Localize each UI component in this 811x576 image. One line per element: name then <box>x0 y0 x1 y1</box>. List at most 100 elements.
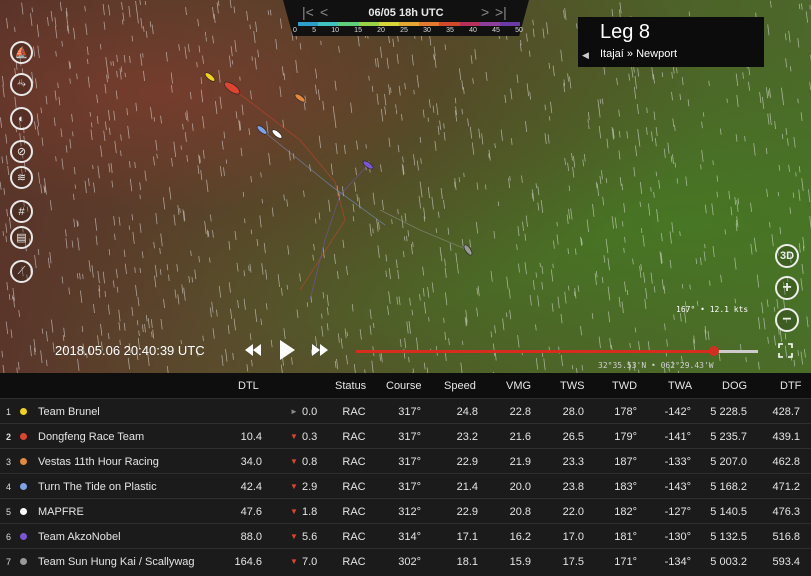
cell-status: RAC <box>342 406 366 418</box>
column-header[interactable]: DOG <box>722 380 747 392</box>
team-color-dot <box>20 483 27 490</box>
cell-dtf: 476.3 <box>772 506 800 518</box>
rank: 6 <box>6 532 12 542</box>
cell-status: RAC <box>342 481 366 493</box>
link-icon[interactable]: ⤳ <box>10 73 33 96</box>
cell-tws: 17.0 <box>562 531 584 543</box>
cell-vmg: 21.6 <box>509 431 531 443</box>
timeline-handle[interactable] <box>708 346 719 356</box>
cell-dtf: 439.1 <box>772 431 800 443</box>
ruler-icon[interactable]: ▤ <box>10 226 33 249</box>
cell-status: RAC <box>342 556 366 568</box>
table-row[interactable]: 1 Team Brunel RAC 317° 24.8 22.8 28.0 178° -142°… <box>0 398 811 423</box>
table-header: DTL Status Course Speed VMG TWS TWD TWA DOG DTF <box>0 373 811 398</box>
grid-icon[interactable]: # <box>10 200 33 223</box>
down-arrow-icon: ▼ <box>290 482 298 491</box>
leg-panel[interactable]: Leg 8 ◀ Itajaí » Newport <box>578 17 764 67</box>
leg-route: Itajaí » Newport <box>600 48 678 60</box>
cell-speed: 23.2 <box>456 431 478 443</box>
cell-delta: 5.6 <box>302 531 318 543</box>
wind-readout: 167° • 12.1 kts <box>676 305 749 314</box>
down-arrow-icon: ▼ <box>290 557 298 566</box>
cell-twa: -127° <box>664 506 691 518</box>
route-icon[interactable]: ◐ <box>10 107 33 130</box>
cell-vmg: 16.2 <box>509 531 531 543</box>
chart-icon[interactable]: ⟋ <box>10 260 33 283</box>
cell-twa: -142° <box>664 406 691 418</box>
boat-marker[interactable] <box>204 71 216 83</box>
scale-label: 10 <box>331 27 339 34</box>
table-row[interactable]: 4 Turn The Tide on Plastic 42.4 RAC 317° 21.4… <box>0 473 811 498</box>
3d-toggle-button[interactable]: 3D <box>775 244 799 268</box>
scale-label: 30 <box>423 27 431 34</box>
boat-marker[interactable] <box>463 244 474 257</box>
column-header[interactable]: TWD <box>612 380 637 392</box>
cell-course: 317° <box>398 481 421 493</box>
book-icon[interactable]: ⛵ <box>10 41 33 64</box>
boat-marker[interactable] <box>362 160 375 171</box>
zoom-in-button[interactable]: + <box>775 276 799 300</box>
down-arrow-icon: ▼ <box>290 432 298 441</box>
rewind-icon <box>245 344 261 356</box>
cell-speed: 17.1 <box>456 531 478 543</box>
cell-course: 314° <box>398 531 421 543</box>
scale-label: 50 <box>515 27 523 34</box>
cell-dog: 5 003.2 <box>710 556 747 568</box>
table-row[interactable]: 2 Dongfeng Race Team 10.4 RAC 317° 23.2 21.6 26… <box>0 423 811 448</box>
scale-label: 5 <box>312 27 316 34</box>
scale-label: 45 <box>492 27 500 34</box>
play-button[interactable] <box>276 339 298 361</box>
leg-title: Leg 8 <box>600 21 651 43</box>
team-name: Dongfeng Race Team <box>38 431 145 443</box>
table-row[interactable]: 6 Team AkzoNobel 88.0 RAC 314° 17.1 16.2 17.0 18… <box>0 523 811 548</box>
cell-tws: 23.8 <box>562 481 584 493</box>
cell-dtf: 593.4 <box>772 556 800 568</box>
rank: 5 <box>6 507 12 517</box>
wind-icon[interactable]: ≋ <box>10 166 33 189</box>
down-arrow-icon: ▼ <box>290 532 298 541</box>
column-header[interactable]: Course <box>386 380 421 392</box>
cell-course: 312° <box>398 506 421 518</box>
play-icon <box>280 340 295 360</box>
cell-tws: 23.3 <box>562 456 584 468</box>
cell-twd: 187° <box>614 456 637 468</box>
table-row[interactable]: 3 Vestas 11th Hour Racing 34.0 RAC 317° 22.9 2… <box>0 448 811 473</box>
cell-dtf: 516.8 <box>772 531 800 543</box>
boat-marker[interactable] <box>256 124 268 136</box>
caret-left-icon[interactable]: ◀ <box>582 50 589 61</box>
last-step-icon[interactable]: >| <box>495 4 507 20</box>
boat-marker[interactable] <box>294 93 307 104</box>
cell-course: 317° <box>398 431 421 443</box>
cell-twa: -133° <box>664 456 691 468</box>
cell-twa: -134° <box>664 556 691 568</box>
cell-speed: 24.8 <box>456 406 478 418</box>
cell-vmg: 21.9 <box>509 456 531 468</box>
cell-dog: 5 235.7 <box>710 431 747 443</box>
cell-delta: 0.0 <box>302 406 318 418</box>
table-row[interactable]: 5 MAPFRE 47.6 RAC 312° 22.9 20.8 22.0 182° -127° 5… <box>0 498 811 523</box>
column-header[interactable]: Status <box>335 380 366 392</box>
zoom-out-button[interactable]: − <box>775 308 799 332</box>
cell-dog: 5 207.0 <box>710 456 747 468</box>
column-header[interactable]: DTL <box>238 380 259 392</box>
column-header[interactable]: DTF <box>780 380 801 392</box>
rewind-button[interactable] <box>243 339 263 361</box>
fullscreen-icon[interactable] <box>778 343 793 358</box>
boat-marker[interactable] <box>271 128 283 140</box>
team-name: Vestas 11th Hour Racing <box>38 456 159 468</box>
race-map[interactable]: |< < 06/05 18h UTC > >| 0 5 10 15 20 25 30 35 40… <box>0 0 811 373</box>
column-header[interactable]: Speed <box>444 380 476 392</box>
next-step-icon[interactable]: > <box>481 4 489 20</box>
cell-twd: 183° <box>614 481 637 493</box>
playback-datetime: 2018.05.06 20:40:39 UTC <box>55 343 205 358</box>
table-row[interactable]: 7 Team Sun Hung Kai / Scallywag 164.6 RAC 30… <box>0 548 811 573</box>
compass-icon[interactable]: ⊘ <box>10 140 33 163</box>
timeline-slider[interactable] <box>356 346 758 356</box>
down-arrow-icon: ▼ <box>290 457 298 466</box>
column-header[interactable]: VMG <box>506 380 531 392</box>
team-color-dot <box>20 508 27 515</box>
column-header[interactable]: TWS <box>560 380 584 392</box>
fast-forward-button[interactable] <box>310 339 330 361</box>
boat-marker[interactable] <box>222 80 241 96</box>
column-header[interactable]: TWA <box>668 380 692 392</box>
